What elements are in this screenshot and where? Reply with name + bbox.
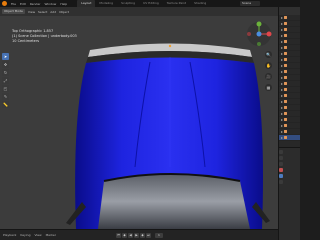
properties-tabs: [279, 148, 284, 184]
playback-controls: ⏮ ◆ ◀ ▶ ◆ ⏭: [115, 232, 151, 238]
menu-edit[interactable]: Edit: [20, 2, 26, 6]
workspace-tabs: Layout Modeling Sculpting UV Editing Tex…: [77, 0, 210, 7]
world-props-icon[interactable]: [279, 174, 283, 178]
cursor-icon[interactable]: ➤: [2, 53, 9, 60]
menu-view[interactable]: View: [28, 10, 35, 14]
measure-icon[interactable]: 📏: [2, 101, 9, 108]
axis-neg-y-icon[interactable]: [257, 42, 261, 46]
render-props-icon[interactable]: [279, 156, 283, 160]
blender-logo-icon[interactable]: [2, 1, 7, 6]
menu-file[interactable]: File: [11, 2, 16, 6]
timeline-marker-menu[interactable]: Marker: [46, 233, 56, 237]
axis-x-icon[interactable]: [266, 31, 272, 37]
viewport-nav-buttons: 🔍 ✋ 🎥 ▦: [265, 51, 272, 91]
toolbar: ➤ ✥ ↻ ⤢ ◰ ✎ 📏: [2, 53, 9, 108]
current-frame-field[interactable]: 1: [154, 232, 163, 238]
tab-modeling[interactable]: Modeling: [95, 0, 117, 7]
timeline-view-menu[interactable]: View: [34, 233, 41, 237]
camera-icon[interactable]: 🎥: [265, 73, 272, 80]
jump-start-icon[interactable]: ⏮: [115, 232, 121, 238]
menu-help[interactable]: Help: [60, 2, 67, 6]
output-props-icon[interactable]: [279, 162, 283, 166]
timeline-playback-menu[interactable]: Playback: [3, 233, 16, 237]
3d-viewport[interactable]: Object Mode View Select Add Object Top O…: [0, 7, 278, 229]
tab-uv-editing[interactable]: UV Editing: [139, 0, 163, 7]
outliner[interactable]: [279, 15, 300, 141]
move-icon[interactable]: ✥: [2, 61, 9, 68]
scale-text: 10 Centimeters: [12, 39, 40, 43]
grid-icon[interactable]: ▦: [265, 84, 272, 91]
transform-icon[interactable]: ◰: [2, 85, 9, 92]
object-origin: [168, 44, 172, 48]
menu-render[interactable]: Render: [30, 2, 41, 6]
tab-layout[interactable]: Layout: [77, 0, 96, 7]
menu-window[interactable]: Window: [45, 2, 57, 6]
prev-key-icon[interactable]: ◆: [121, 232, 127, 238]
outliner-header: [279, 7, 300, 15]
axis-y-icon[interactable]: [256, 21, 262, 27]
rotate-icon[interactable]: ↻: [2, 69, 9, 76]
properties-panel[interactable]: [279, 147, 300, 240]
menu-add[interactable]: Add: [50, 10, 56, 14]
annotate-icon[interactable]: ✎: [2, 93, 9, 100]
scale-icon[interactable]: ⤢: [2, 77, 9, 84]
timeline-keying-menu[interactable]: Keying: [20, 233, 30, 237]
zoom-icon[interactable]: 🔍: [265, 51, 272, 58]
play-icon[interactable]: ▶: [133, 232, 139, 238]
tab-shading[interactable]: Shading: [190, 0, 210, 7]
axis-neg-x-icon[interactable]: [247, 32, 251, 36]
play-reverse-icon[interactable]: ◀: [127, 232, 133, 238]
object-props-icon[interactable]: [279, 180, 283, 184]
tab-texture-paint[interactable]: Texture Paint: [163, 0, 190, 7]
viewport-header: Object Mode View Select Add Object: [0, 7, 278, 16]
navigation-gizmo[interactable]: [246, 21, 272, 47]
tool-props-icon[interactable]: [279, 150, 283, 154]
axis-z-icon[interactable]: [256, 31, 262, 37]
windshield: [98, 174, 250, 229]
top-bar: File Edit Render Window Help Layout Mode…: [0, 0, 300, 7]
menu-select[interactable]: Select: [38, 10, 47, 14]
scene-selector[interactable]: Scene: [240, 1, 260, 6]
outliner-row-selected[interactable]: [279, 135, 300, 141]
timeline: Playback Keying View Marker ⏮ ◆ ◀ ▶ ◆ ⏭ …: [0, 229, 278, 240]
hand-icon[interactable]: ✋: [265, 62, 272, 69]
viewport-info-overlay: Top Orthographic 1.857 (1) Scene Collect…: [12, 29, 77, 44]
right-panel: [278, 7, 300, 240]
scene-props-icon[interactable]: [279, 168, 283, 172]
mode-selector[interactable]: Object Mode: [2, 9, 25, 14]
tab-sculpting[interactable]: Sculpting: [117, 0, 139, 7]
next-key-icon[interactable]: ◆: [139, 232, 145, 238]
jump-end-icon[interactable]: ⏭: [145, 232, 151, 238]
menu-object[interactable]: Object: [59, 10, 69, 14]
